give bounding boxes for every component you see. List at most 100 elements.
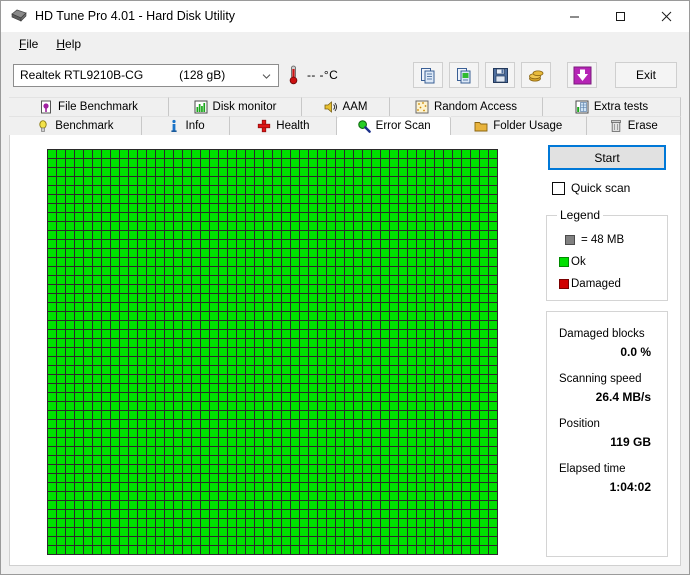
block-cell [210, 159, 218, 167]
exit-button[interactable]: Exit [615, 62, 677, 88]
error-scan-block-map[interactable] [47, 149, 498, 555]
block-cell [291, 402, 299, 410]
block-cell [111, 258, 119, 266]
block-cell [336, 438, 344, 446]
start-button[interactable]: Start [548, 145, 666, 170]
block-cell [462, 393, 470, 401]
block-cell [183, 150, 191, 158]
block-cell [363, 429, 371, 437]
block-cell [255, 528, 263, 536]
block-cell [228, 420, 236, 428]
block-cell [255, 447, 263, 455]
tab-info[interactable]: Info [141, 116, 231, 135]
quick-scan-checkbox[interactable]: Quick scan [552, 181, 672, 195]
block-cell [102, 159, 110, 167]
block-cell [210, 168, 218, 176]
block-cell [354, 528, 362, 536]
block-cell [426, 321, 434, 329]
block-cell [57, 150, 65, 158]
block-cell [363, 294, 371, 302]
tab-file-benchmark[interactable]: File Benchmark [9, 97, 169, 116]
copy-button[interactable] [413, 62, 443, 88]
block-cell [444, 438, 452, 446]
tab-health[interactable]: Health [230, 116, 338, 135]
block-cell [300, 474, 308, 482]
block-cell [111, 456, 119, 464]
block-cell [327, 330, 335, 338]
block-cell [489, 528, 497, 536]
tab-error-scan[interactable]: Error Scan [337, 116, 451, 135]
block-cell [354, 285, 362, 293]
block-cell [408, 348, 416, 356]
download-button[interactable] [567, 62, 597, 88]
block-cell [165, 357, 173, 365]
block-cell [102, 411, 110, 419]
block-cell [66, 150, 74, 158]
block-cell [138, 384, 146, 392]
block-cell [57, 384, 65, 392]
block-cell [192, 366, 200, 374]
tab-label: Erase [627, 120, 658, 132]
block-cell [84, 231, 92, 239]
block-cell [354, 465, 362, 473]
block-cell [219, 438, 227, 446]
block-cell [291, 483, 299, 491]
block-cell [390, 420, 398, 428]
drive-select[interactable]: Realtek RTL9210B-CG (128 gB) [13, 63, 279, 87]
block-cell [246, 474, 254, 482]
block-cell [453, 384, 461, 392]
block-cell [318, 339, 326, 347]
copy-screenshot-button[interactable] [449, 62, 479, 88]
block-cell [93, 249, 101, 257]
tab-disk-monitor[interactable]: Disk monitor [169, 97, 302, 116]
checkbox-box[interactable] [552, 181, 565, 195]
block-cell [120, 285, 128, 293]
block-cell [462, 492, 470, 500]
benchmark-upload-button[interactable] [521, 62, 551, 88]
maximize-button[interactable] [597, 1, 643, 31]
block-cell [318, 528, 326, 536]
block-cell [273, 429, 281, 437]
tab-random-access[interactable]: Random Access [390, 97, 543, 116]
block-cell [336, 510, 344, 518]
tab-aam[interactable]: AAM [302, 97, 390, 116]
tab-extra-tests[interactable]: Extra tests [543, 97, 681, 116]
block-cell [255, 177, 263, 185]
block-cell [93, 465, 101, 473]
tab-erase[interactable]: Erase [586, 116, 681, 135]
block-cell [66, 384, 74, 392]
block-cell [66, 393, 74, 401]
block-cell [192, 465, 200, 473]
block-cell [84, 456, 92, 464]
block-cell [255, 510, 263, 518]
block-cell [399, 312, 407, 320]
tab-folder-usage[interactable]: Folder Usage [450, 116, 587, 135]
block-cell [84, 249, 92, 257]
block-cell [84, 438, 92, 446]
block-cell [327, 276, 335, 284]
menu-item-help[interactable]: Help [48, 35, 89, 53]
block-cell [48, 276, 56, 284]
block-cell [210, 285, 218, 293]
minimize-button[interactable] [551, 1, 597, 31]
block-cell [453, 420, 461, 428]
close-button[interactable] [643, 1, 689, 31]
block-cell [192, 222, 200, 230]
block-cell [129, 276, 137, 284]
block-cell [282, 456, 290, 464]
block-cell [309, 546, 317, 554]
block-cell [156, 519, 164, 527]
menu-item-file[interactable]: File [11, 35, 46, 53]
block-cell [471, 384, 479, 392]
block-cell [462, 402, 470, 410]
block-cell [471, 285, 479, 293]
tab-benchmark[interactable]: Benchmark [9, 116, 142, 135]
block-cell [228, 321, 236, 329]
block-cell [291, 528, 299, 536]
block-cell [273, 366, 281, 374]
block-cell [363, 393, 371, 401]
block-cell [201, 357, 209, 365]
block-cell [417, 393, 425, 401]
block-cell [399, 168, 407, 176]
save-button[interactable] [485, 62, 515, 88]
